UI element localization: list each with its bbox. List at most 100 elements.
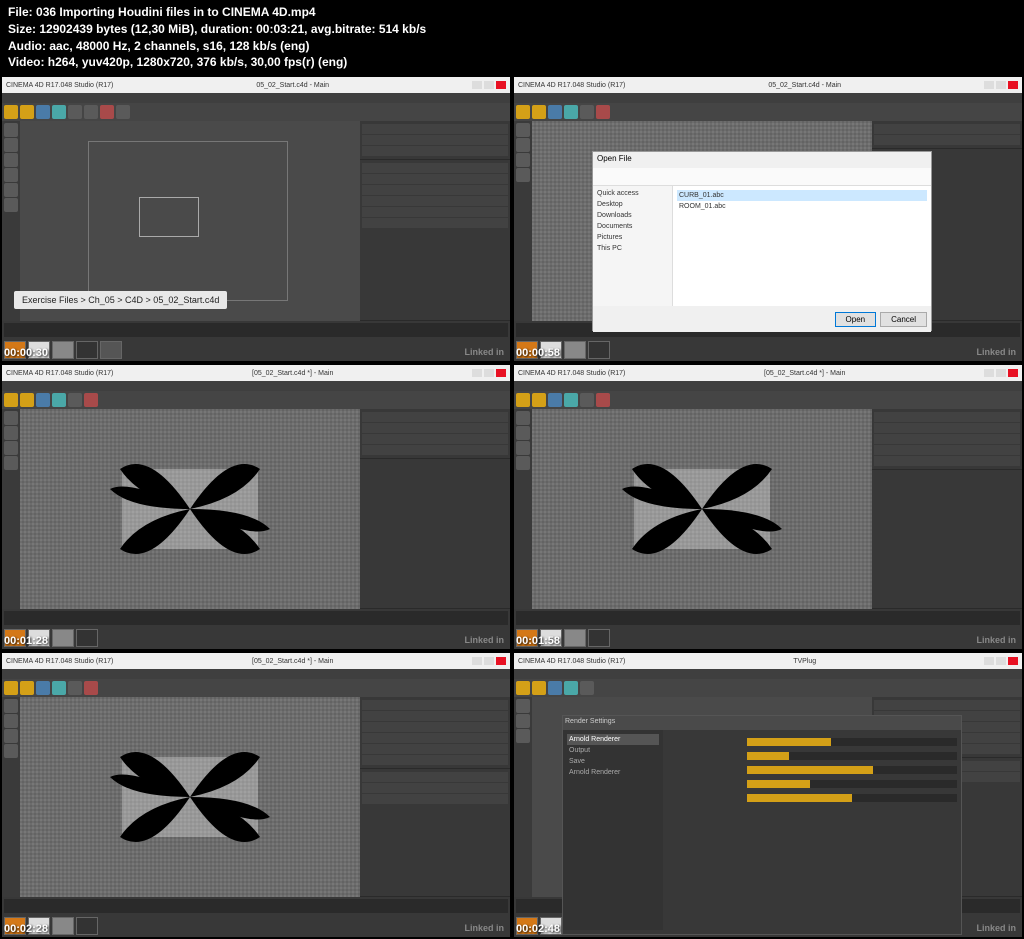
panel-row[interactable] — [362, 744, 508, 754]
menu-bar[interactable] — [514, 669, 1022, 679]
close-icon[interactable] — [1008, 369, 1018, 377]
material-swatch[interactable] — [76, 341, 98, 359]
side-tool-icon[interactable] — [4, 183, 18, 197]
dialog-toolbar[interactable] — [593, 168, 931, 186]
panel-row[interactable] — [362, 722, 508, 732]
side-tool-icon[interactable] — [4, 426, 18, 440]
side-tool-icon[interactable] — [516, 153, 530, 167]
minimize-icon[interactable] — [472, 81, 482, 89]
left-toolbar[interactable] — [514, 121, 532, 321]
tool-icon[interactable] — [580, 105, 594, 119]
panel-row[interactable] — [362, 412, 508, 422]
tool-icon[interactable] — [596, 105, 610, 119]
attribute-manager[interactable] — [360, 459, 510, 609]
attribute-manager[interactable] — [360, 769, 510, 897]
maximize-icon[interactable] — [484, 81, 494, 89]
main-toolbar[interactable] — [514, 391, 1022, 409]
tool-icon[interactable] — [596, 393, 610, 407]
left-toolbar[interactable] — [514, 697, 532, 897]
file-list[interactable]: CURB_01.abc ROOM_01.abc — [673, 186, 931, 306]
panel-row[interactable] — [362, 207, 508, 217]
side-tool-icon[interactable] — [4, 123, 18, 137]
side-tool-icon[interactable] — [4, 168, 18, 182]
tool-icon[interactable] — [532, 105, 546, 119]
viewport[interactable] — [20, 409, 360, 609]
side-tool-icon[interactable] — [516, 426, 530, 440]
tool-icon[interactable] — [36, 681, 50, 695]
tool-icon[interactable] — [532, 393, 546, 407]
panel-row[interactable] — [874, 700, 1020, 710]
file-item[interactable]: ROOM_01.abc — [677, 201, 927, 212]
minimize-icon[interactable] — [984, 81, 994, 89]
minimize-icon[interactable] — [472, 369, 482, 377]
side-tool-icon[interactable] — [4, 138, 18, 152]
left-toolbar[interactable] — [2, 409, 20, 609]
maximize-icon[interactable] — [996, 369, 1006, 377]
tool-icon[interactable] — [564, 105, 578, 119]
side-tool-icon[interactable] — [516, 441, 530, 455]
panel-row[interactable] — [874, 412, 1020, 422]
timeline[interactable] — [4, 323, 508, 337]
settings-sidebar[interactable]: Arnold Renderer Output Save Arnold Rende… — [563, 730, 663, 930]
side-tool-icon[interactable] — [4, 714, 18, 728]
tool-icon[interactable] — [564, 393, 578, 407]
material-swatch[interactable] — [100, 341, 122, 359]
viewport[interactable] — [20, 697, 360, 897]
settings-item[interactable]: Output — [567, 745, 659, 756]
sidebar-item[interactable]: This PC — [595, 243, 670, 254]
side-tool-icon[interactable] — [4, 153, 18, 167]
panel-row[interactable] — [362, 174, 508, 184]
panel-row[interactable] — [362, 794, 508, 804]
viewport[interactable]: Open File Quick access Desktop Downloads… — [532, 121, 872, 321]
material-manager[interactable] — [2, 915, 510, 937]
tool-icon[interactable] — [52, 681, 66, 695]
object-manager[interactable] — [360, 121, 510, 160]
side-tool-icon[interactable] — [516, 714, 530, 728]
tool-icon[interactable] — [516, 681, 530, 695]
tool-icon[interactable] — [516, 105, 530, 119]
panel-row[interactable] — [362, 434, 508, 444]
side-tool-icon[interactable] — [4, 699, 18, 713]
panel-row[interactable] — [362, 218, 508, 228]
object-manager[interactable] — [360, 409, 510, 459]
tool-icon[interactable] — [580, 393, 594, 407]
left-toolbar[interactable] — [514, 409, 532, 609]
side-tool-icon[interactable] — [4, 411, 18, 425]
tool-icon[interactable] — [548, 105, 562, 119]
side-tool-icon[interactable] — [4, 456, 18, 470]
material-swatch[interactable] — [76, 917, 98, 935]
panel-row[interactable] — [874, 456, 1020, 466]
material-swatch[interactable] — [564, 341, 586, 359]
settings-content[interactable] — [663, 730, 961, 930]
side-tool-icon[interactable] — [516, 138, 530, 152]
close-icon[interactable] — [1008, 657, 1018, 665]
panel-row[interactable] — [362, 124, 508, 134]
panel-row[interactable] — [362, 711, 508, 721]
settings-item[interactable]: Arnold Renderer — [567, 767, 659, 778]
maximize-icon[interactable] — [996, 81, 1006, 89]
sidebar-item[interactable]: Downloads — [595, 210, 670, 221]
object-manager[interactable] — [360, 697, 510, 769]
panel-row[interactable] — [362, 196, 508, 206]
panel-row[interactable] — [874, 124, 1020, 134]
panel-row[interactable] — [874, 135, 1020, 145]
sidebar-item[interactable]: Quick access — [595, 188, 670, 199]
tool-icon[interactable] — [20, 393, 34, 407]
minimize-icon[interactable] — [984, 369, 994, 377]
tool-icon[interactable] — [52, 393, 66, 407]
tool-icon[interactable] — [20, 681, 34, 695]
timeline[interactable] — [516, 611, 1020, 625]
tool-icon[interactable] — [100, 105, 114, 119]
menu-bar[interactable] — [514, 381, 1022, 391]
side-tool-icon[interactable] — [516, 168, 530, 182]
side-tool-icon[interactable] — [516, 456, 530, 470]
material-manager[interactable] — [514, 627, 1022, 649]
tool-icon[interactable] — [532, 681, 546, 695]
main-toolbar[interactable] — [514, 103, 1022, 121]
tool-icon[interactable] — [580, 681, 594, 695]
material-swatch[interactable] — [588, 629, 610, 647]
tool-icon[interactable] — [36, 393, 50, 407]
main-toolbar[interactable] — [2, 391, 510, 409]
tool-icon[interactable] — [4, 681, 18, 695]
panel-row[interactable] — [362, 755, 508, 765]
